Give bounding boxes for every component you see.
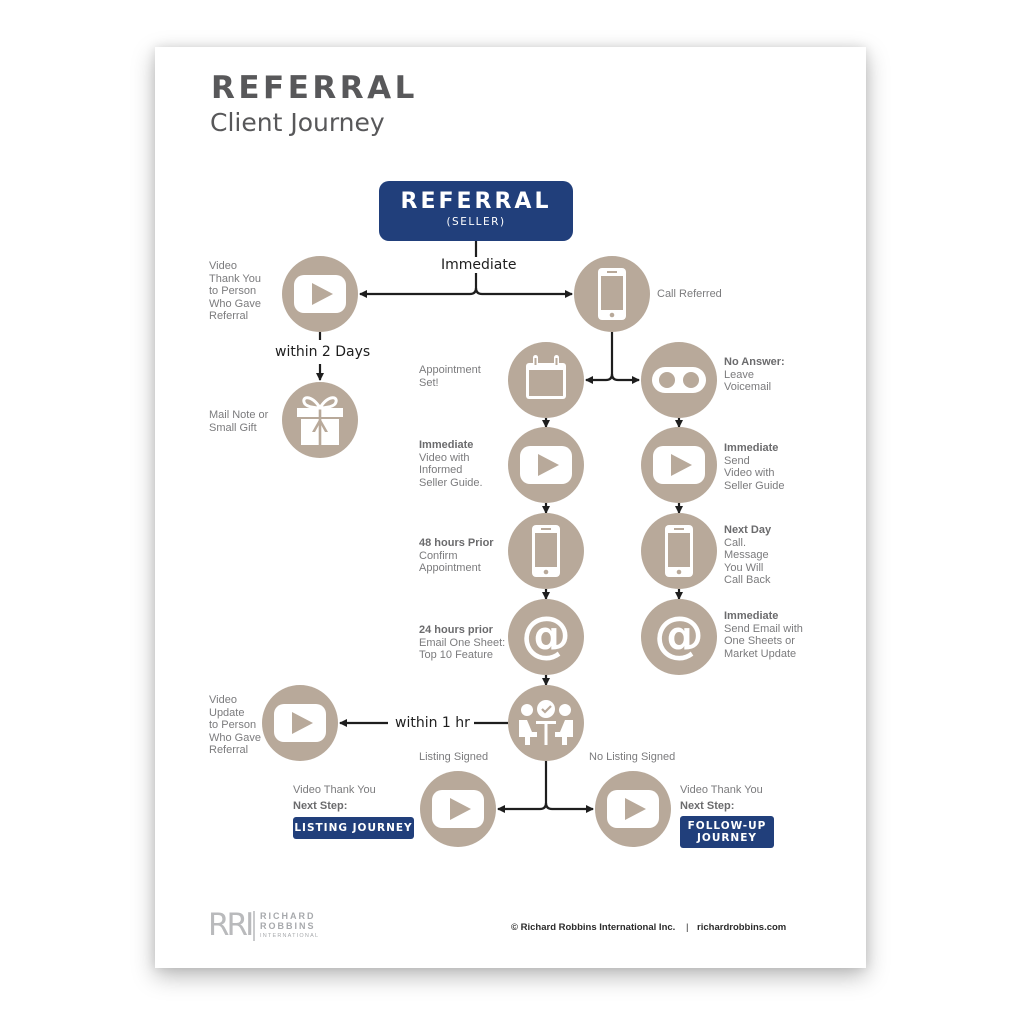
rri-logo-mark: RRI [208, 907, 254, 943]
connector-label-immediate: Immediate [437, 257, 521, 273]
label-send-email-market: Immediate Send Email with One Sheets or … [724, 610, 803, 660]
label-video-update: Video Update to Person Who Gave Referral [209, 694, 261, 756]
video-play-icon [294, 275, 346, 313]
label-send-video-seller-guide: Immediate Send Video with Seller Guide [724, 442, 785, 492]
listing-journey-button[interactable]: LISTING JOURNEY [293, 817, 414, 839]
copyright-text: © Richard Robbins International Inc. [511, 922, 676, 933]
meeting-icon [517, 698, 575, 747]
connector-label-within-1-hr: within 1 hr [391, 715, 474, 731]
video-play-icon [520, 446, 572, 484]
connector-label-within-2-days: within 2 Days [271, 344, 375, 360]
label-video-informed: Immediate Video with Informed Seller Gui… [419, 439, 483, 489]
voicemail-icon [652, 367, 706, 393]
label-call-referred: Call Referred [657, 288, 722, 300]
footer-copyright-line: © Richard Robbins International Inc. | r… [511, 922, 786, 933]
video-play-icon [607, 790, 659, 828]
logo-wordmark: RICHARD ROBBINS INTERNATIONAL [260, 911, 320, 939]
label-confirm-appointment: 48 hours Prior Confirm Appointment [419, 537, 494, 574]
logo-divider [253, 911, 255, 941]
label-video-thankyou: Video Thank You to Person Who Gave Refer… [209, 260, 261, 322]
label-listing-video: Video Thank You Next Step: [293, 784, 376, 812]
smartphone-icon [665, 525, 693, 577]
arrow-to-listing-video [497, 761, 548, 813]
video-play-icon [653, 446, 705, 484]
website-link[interactable]: richardrobbins.com [697, 922, 786, 933]
label-next-day-call: Next Day Call. Message You Will Call Bac… [724, 524, 772, 586]
arrow-to-call-referred [474, 287, 573, 298]
at-sign-icon [654, 606, 704, 664]
journey-diagram: @ [262, 241, 717, 847]
at-sign-icon [521, 606, 571, 664]
label-no-answer-voicemail: No Answer: Leave Voicemail [724, 356, 785, 393]
video-play-icon [432, 790, 484, 828]
label-email-one-sheet: 24 hours prior Email One Sheet: Top 10 F… [419, 624, 506, 661]
video-play-icon [274, 704, 326, 742]
arrow-to-followup-video [544, 802, 594, 813]
followup-journey-button[interactable]: FOLLOW-UP JOURNEY [680, 816, 774, 848]
branch-label-no-listing-signed: No Listing Signed [589, 751, 676, 763]
label-mail-gift: Mail Note or Small Gift [209, 409, 269, 434]
footer-separator: | [685, 922, 689, 933]
smartphone-icon [598, 268, 626, 320]
arrow-to-voicemail [610, 373, 640, 384]
smartphone-icon [532, 525, 560, 577]
arrow-to-appointment [585, 332, 614, 384]
label-followup-video: Video Thank You Next Step: [680, 784, 763, 812]
label-appointment-set: Appointment Set! [419, 364, 481, 389]
branch-label-listing-signed: Listing Signed [419, 751, 489, 763]
